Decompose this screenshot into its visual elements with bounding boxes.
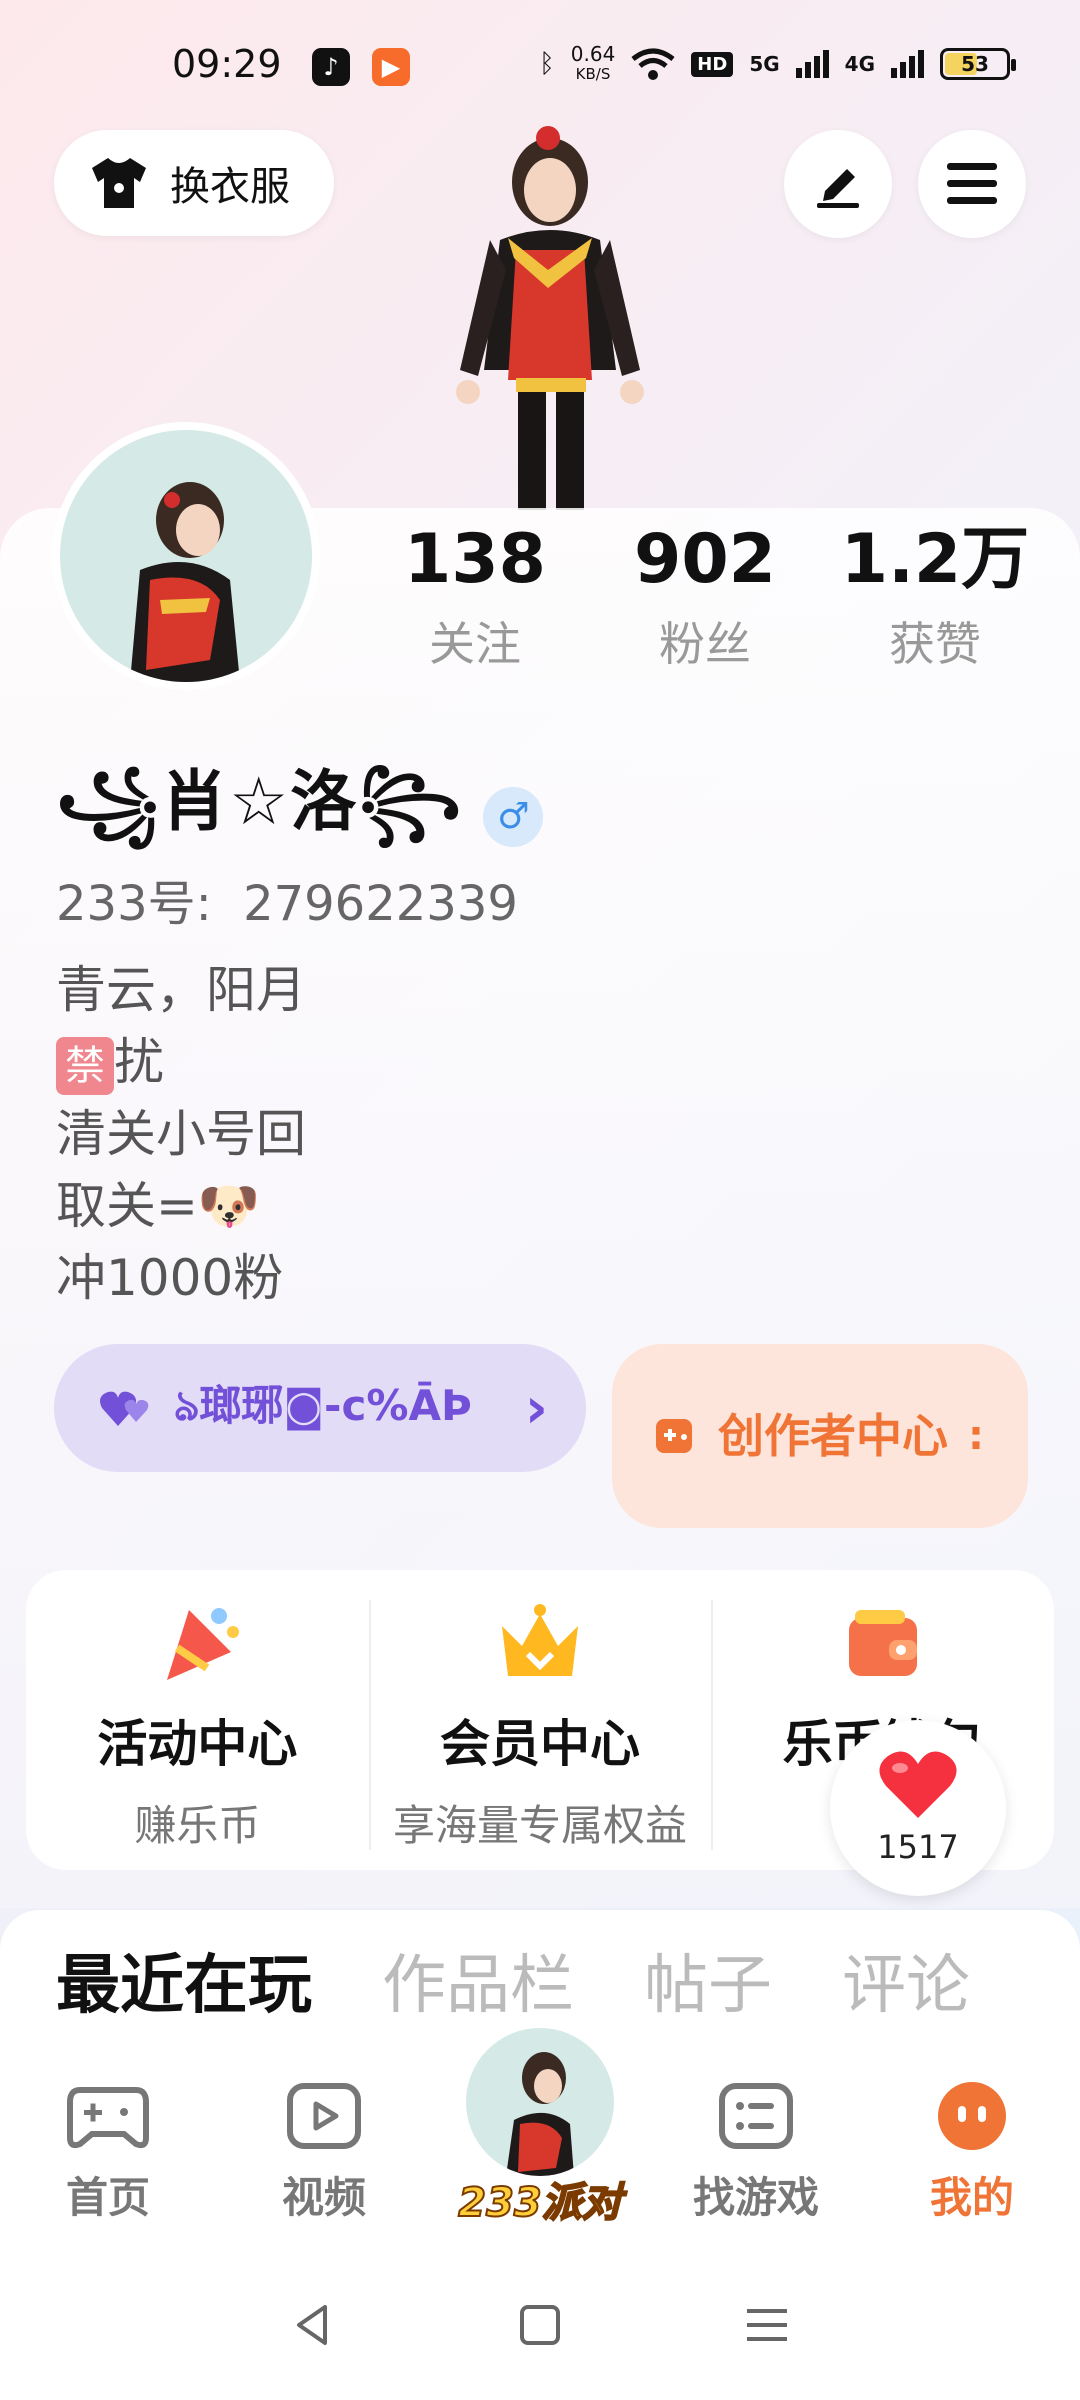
- uid-label: 233号:: [56, 876, 212, 932]
- nav-home[interactable]: 首页: [0, 2050, 216, 2250]
- chevron-right-icon: ›: [524, 1375, 548, 1441]
- stat-following[interactable]: 138 关注: [360, 520, 590, 674]
- ban-emoji-icon: 禁: [56, 1036, 114, 1095]
- wifi-icon: [631, 48, 675, 80]
- guild-tag-button[interactable]: ঌ瑯琊◙-c%ĀÞ ›: [54, 1344, 586, 1472]
- like-bubble[interactable]: 1517: [830, 1720, 1006, 1896]
- stats-row: 138 关注 902 粉丝 1.2万 获赞: [360, 520, 1050, 674]
- signal-4g-icon: [891, 50, 924, 78]
- male-icon: ♂: [483, 786, 544, 847]
- status-bar: 09:29 ♪ ▶ ᛒ 0.64 KB/S HD 5G 4G 53: [0, 0, 1080, 130]
- change-outfit-label: 换衣服: [170, 164, 290, 210]
- creator-gamepad-icon: [656, 1419, 692, 1453]
- network-4g: 4G: [844, 52, 875, 76]
- recent-apps-icon[interactable]: [743, 2301, 791, 2349]
- bio: 青云，阳月 禁扰 清关小号回 取关=🐶 冲1000粉: [56, 954, 306, 1314]
- stat-followers[interactable]: 902 粉丝: [590, 520, 820, 674]
- bottom-nav: 首页 视频 233派对 找游戏 我的: [0, 2022, 1080, 2250]
- nav-label: 视频: [281, 2173, 366, 2222]
- kuaishou-icon: ▶: [372, 48, 410, 86]
- feature-subtitle: 享海量专属权益: [393, 1801, 688, 1850]
- tab-posts[interactable]: 帖子: [644, 1934, 772, 2026]
- stat-value: 1.2万: [840, 520, 1030, 599]
- bluetooth-icon: ᛒ: [539, 49, 555, 79]
- heart-icon: [879, 1751, 957, 1818]
- bio-line: 禁扰: [56, 1026, 306, 1098]
- crown-icon: [502, 1604, 578, 1676]
- tiktok-icon: ♪: [312, 48, 350, 86]
- activity-center-button[interactable]: 活动中心 赚乐币: [26, 1570, 369, 1870]
- tab-comments[interactable]: 评论: [842, 1934, 970, 2026]
- stat-likes[interactable]: 1.2万 获赞: [820, 520, 1050, 674]
- video-icon: [287, 2083, 361, 2149]
- tshirt-icon: [92, 158, 146, 208]
- bio-line: 取关=🐶: [56, 1177, 261, 1235]
- stat-label: 关注: [429, 617, 521, 671]
- profile-face-icon: [938, 2082, 1006, 2150]
- user-id[interactable]: 233号: 279622339: [56, 864, 518, 934]
- menu-icon: [947, 163, 997, 204]
- battery-level: 53: [961, 52, 989, 76]
- nav-party[interactable]: 233派对: [432, 2022, 648, 2250]
- wallet-icon: [848, 1610, 917, 1676]
- menu-button[interactable]: [918, 130, 1026, 238]
- nav-label: 首页: [65, 2173, 150, 2222]
- feature-subtitle: 赚乐币: [134, 1801, 261, 1850]
- change-outfit-button[interactable]: 换衣服: [54, 130, 334, 236]
- net-speed: 0.64 KB/S: [570, 42, 616, 83]
- back-icon[interactable]: [289, 2301, 337, 2349]
- status-indicators: ᛒ 0.64 KB/S HD 5G 4G 53: [539, 42, 1016, 84]
- bio-line: 青云，阳月: [56, 961, 306, 1019]
- avatar-character-image: [130, 482, 240, 682]
- feature-title: 活动中心: [97, 1715, 298, 1773]
- battery-icon: 53: [940, 48, 1016, 80]
- party-label: 233派对: [457, 2179, 623, 2227]
- hd-badge: HD: [691, 51, 734, 77]
- system-nav-bar: [0, 2250, 1080, 2400]
- character-avatar-3d[interactable]: [420, 120, 680, 510]
- list-icon: [719, 2083, 793, 2149]
- stat-value: 138: [404, 520, 546, 599]
- bio-line: 冲1000粉: [56, 1249, 284, 1307]
- nav-mine[interactable]: 我的: [864, 2050, 1080, 2250]
- status-time: 09:29: [172, 42, 282, 86]
- tab-works[interactable]: 作品栏: [382, 1934, 574, 2026]
- stat-label: 粉丝: [659, 617, 751, 671]
- stat-value: 902: [634, 520, 776, 599]
- feature-title: 会员中心: [440, 1715, 640, 1773]
- more-icon: :: [968, 1413, 984, 1459]
- nav-video[interactable]: 视频: [216, 2050, 432, 2250]
- user-avatar[interactable]: [52, 422, 320, 690]
- nav-label: 找游戏: [692, 2173, 819, 2222]
- uid-value: 279622339: [243, 876, 518, 932]
- tab-recent-played[interactable]: 最近在玩: [56, 1934, 312, 2026]
- edit-button[interactable]: [784, 130, 892, 238]
- network-5g: 5G: [749, 52, 780, 76]
- gamepad-icon: [67, 2087, 149, 2149]
- pencil-icon: [817, 169, 859, 208]
- party-popper-icon: [167, 1608, 240, 1680]
- like-count: 1517: [877, 1828, 959, 1866]
- bio-line: 清关小号回: [56, 1105, 306, 1163]
- nav-find-game[interactable]: 找游戏: [648, 2050, 864, 2250]
- creator-center-label: 创作者中心: [718, 1409, 948, 1463]
- stat-label: 获赞: [889, 617, 981, 671]
- signal-5g-icon: [795, 50, 829, 78]
- guild-tag-label: ঌ瑯琊◙-c%ĀÞ: [174, 1381, 472, 1430]
- heart-pair-icon: [100, 1391, 149, 1426]
- vip-center-button[interactable]: 会员中心 享海量专属权益: [368, 1570, 712, 1870]
- nav-label: 我的: [929, 2173, 1014, 2222]
- party-avatar: [460, 2022, 620, 2182]
- home-square-icon[interactable]: [516, 2301, 564, 2349]
- creator-center-button[interactable]: 创作者中心 :: [612, 1344, 1028, 1528]
